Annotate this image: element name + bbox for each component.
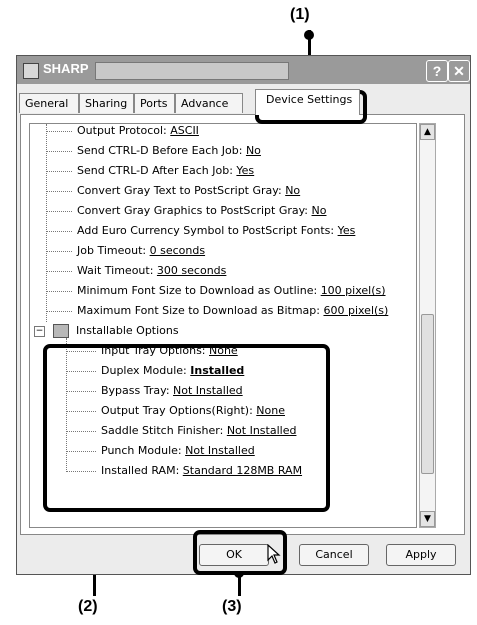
tree-item-label: Add Euro Currency Symbol to PostScript F…	[77, 224, 338, 237]
scroll-thumb[interactable]	[421, 314, 434, 474]
tree-item-job-timeout[interactable]: Job Timeout: 0 seconds	[46, 242, 205, 260]
printer-options-icon	[52, 324, 69, 338]
tree-item-ctrl-d-after[interactable]: Send CTRL-D After Each Job: Yes	[46, 162, 254, 180]
apply-button[interactable]: Apply	[386, 544, 456, 566]
tree-item-value[interactable]: ASCII	[170, 124, 199, 137]
tree-item-value[interactable]: No	[285, 184, 300, 197]
tree-item-value[interactable]: 600 pixel(s)	[323, 304, 388, 317]
tree-item-output-protocol[interactable]: Output Protocol: ASCII	[46, 124, 199, 140]
tree-scrollbar[interactable]: ▲ ▼	[419, 123, 436, 528]
help-button[interactable]: ?	[426, 60, 448, 82]
tree-item-label: Job Timeout:	[77, 244, 150, 257]
tree-item-value[interactable]: 100 pixel(s)	[321, 284, 386, 297]
printer-icon	[23, 63, 39, 79]
tree-item-label: Send CTRL-D Before Each Job:	[77, 144, 246, 157]
callout-1-dot	[304, 30, 314, 40]
tree-item-value[interactable]: Yes	[236, 164, 254, 177]
tree-item-value[interactable]: Yes	[338, 224, 356, 237]
tree-item-label: Minimum Font Size to Download as Outline…	[77, 284, 321, 297]
tree-item-label: Convert Gray Graphics to PostScript Gray…	[77, 204, 312, 217]
callout-2: (2)	[78, 598, 98, 615]
tree-item-label: Send CTRL-D After Each Job:	[77, 164, 237, 177]
cancel-button[interactable]: Cancel	[299, 544, 369, 566]
tab-advanced[interactable]: Advance	[175, 93, 243, 113]
scroll-down-arrow-icon[interactable]: ▼	[420, 511, 435, 527]
tree-item-label: Maximum Font Size to Download as Bitmap:	[77, 304, 324, 317]
tree-item-value[interactable]: 300 seconds	[157, 264, 226, 277]
tree-item-label: Output Protocol:	[77, 124, 171, 137]
tab-general[interactable]: General	[19, 93, 79, 113]
tree-item-gray-graphics[interactable]: Convert Gray Graphics to PostScript Gray…	[46, 202, 326, 220]
tab-device-settings[interactable]: Device Settings	[255, 89, 360, 115]
tree-item-euro-symbol[interactable]: Add Euro Currency Symbol to PostScript F…	[46, 222, 355, 240]
tree-item-label: Convert Gray Text to PostScript Gray:	[77, 184, 286, 197]
callout-3: (3)	[222, 598, 242, 615]
collapse-toggle-icon[interactable]: −	[34, 325, 45, 337]
tree-item-value[interactable]: No	[246, 144, 261, 157]
tree-item-value[interactable]: No	[312, 204, 327, 217]
highlight-frame-3	[193, 530, 287, 575]
tab-strip: General Sharing Ports Advance Device Set…	[19, 89, 466, 115]
tree-group-installable-options[interactable]: − Installable Options	[34, 322, 179, 340]
callout-1: (1)	[290, 6, 310, 23]
title-bar: SHARP ? ✕	[17, 56, 470, 84]
tree-item-min-font-outline[interactable]: Minimum Font Size to Download as Outline…	[46, 282, 386, 300]
highlight-frame-2	[43, 344, 330, 512]
tree-item-ctrl-d-before[interactable]: Send CTRL-D Before Each Job: No	[46, 142, 261, 160]
tree-item-max-font-bitmap[interactable]: Maximum Font Size to Download as Bitmap:…	[46, 302, 388, 320]
close-button[interactable]: ✕	[448, 60, 470, 82]
tree-item-wait-timeout[interactable]: Wait Timeout: 300 seconds	[46, 262, 226, 280]
tree-group-label: Installable Options	[76, 324, 179, 337]
tree-item-label: Wait Timeout:	[77, 264, 157, 277]
tree-item-value[interactable]: 0 seconds	[150, 244, 205, 257]
title-name-field	[95, 62, 289, 80]
tab-ports[interactable]: Ports	[134, 93, 175, 113]
callout-3-line	[238, 575, 241, 596]
tree-item-gray-text[interactable]: Convert Gray Text to PostScript Gray: No	[46, 182, 300, 200]
window-title: SHARP	[43, 61, 89, 76]
scroll-up-arrow-icon[interactable]: ▲	[420, 124, 435, 140]
tab-sharing[interactable]: Sharing	[79, 93, 134, 113]
